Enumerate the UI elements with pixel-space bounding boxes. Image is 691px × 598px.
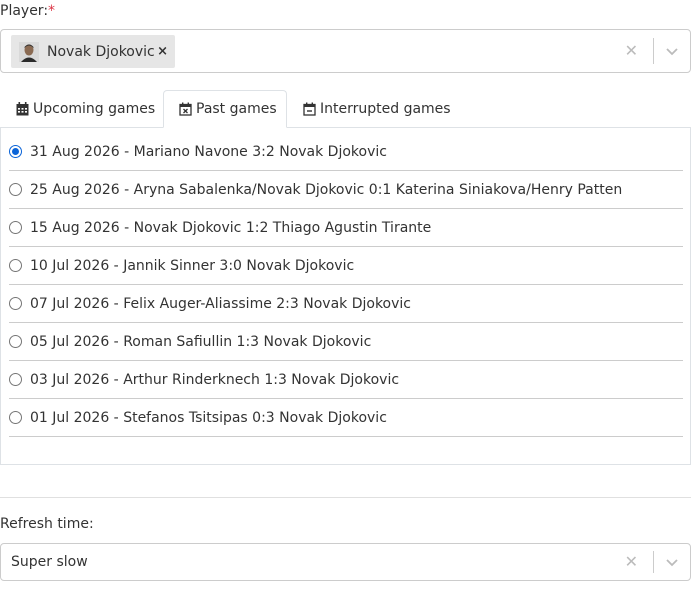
player-avatar-icon (19, 41, 39, 62)
game-label: 05 Jul 2026 - Roman Safiullin 1:3 Novak … (30, 333, 372, 350)
chevron-down-icon[interactable] (664, 43, 680, 59)
required-mark: * (48, 3, 56, 19)
list-item[interactable]: 15 Aug 2026 - Novak Djokovic 1:2 Thiago … (9, 209, 683, 247)
refresh-time-select[interactable]: Super slow ✕ (0, 543, 691, 581)
list-item[interactable]: 05 Jul 2026 - Roman Safiullin 1:3 Novak … (9, 323, 683, 361)
game-radio[interactable] (9, 335, 22, 348)
tab-interrupted-games-label: Interrupted games (320, 101, 451, 117)
past-games-panel: 31 Aug 2026 - Mariano Navone 3:2 Novak D… (0, 127, 691, 465)
games-tabs: Upcoming games Past games Interrupted ga… (0, 90, 691, 128)
calendar-icon (16, 102, 29, 116)
list-item[interactable]: 25 Aug 2026 - Aryna Sabalenka/Novak Djok… (9, 171, 683, 209)
game-radio[interactable] (9, 373, 22, 386)
game-label: 07 Jul 2026 - Felix Auger-Aliassime 2:3 … (30, 295, 411, 312)
player-chip-remove-button[interactable]: × (157, 44, 168, 59)
game-label: 03 Jul 2026 - Arthur Rinderknech 1:3 Nov… (30, 371, 400, 388)
player-clear-icon[interactable]: ✕ (625, 43, 638, 59)
tab-interrupted-games[interactable]: Interrupted games (303, 90, 451, 128)
game-label: 15 Aug 2026 - Novak Djokovic 1:2 Thiago … (30, 219, 432, 236)
refresh-clear-icon[interactable]: ✕ (625, 554, 638, 570)
game-radio[interactable] (9, 221, 22, 234)
game-radio[interactable] (9, 259, 22, 272)
game-radio[interactable] (9, 183, 22, 196)
tab-upcoming-games[interactable]: Upcoming games (16, 90, 155, 128)
list-item[interactable]: 07 Jul 2026 - Felix Auger-Aliassime 2:3 … (9, 285, 683, 323)
refresh-time-value: Super slow (11, 554, 88, 570)
calendar-minus-icon (303, 102, 316, 116)
player-select[interactable]: Novak Djokovic × ✕ (0, 29, 691, 73)
game-radio[interactable] (9, 411, 22, 424)
game-radio[interactable] (9, 297, 22, 310)
game-label: 31 Aug 2026 - Mariano Navone 3:2 Novak D… (30, 143, 387, 160)
calendar-x-icon (179, 102, 192, 116)
chevron-down-icon[interactable] (664, 554, 680, 570)
tab-upcoming-games-label: Upcoming games (33, 101, 156, 117)
player-chip: Novak Djokovic × (11, 35, 175, 68)
section-divider (0, 497, 691, 498)
list-item[interactable]: 10 Jul 2026 - Jannik Sinner 3:0 Novak Dj… (9, 247, 683, 285)
player-chip-label: Novak Djokovic (47, 43, 155, 60)
tab-past-games[interactable]: Past games (163, 90, 287, 128)
player-select-separator (653, 38, 654, 64)
refresh-select-separator (653, 551, 654, 573)
player-label: Player:* (0, 3, 55, 19)
game-label: 25 Aug 2026 - Aryna Sabalenka/Novak Djok… (30, 181, 623, 198)
game-label: 01 Jul 2026 - Stefanos Tsitsipas 0:3 Nov… (30, 409, 387, 426)
game-radio[interactable] (9, 145, 22, 158)
refresh-time-label: Refresh time: (0, 516, 94, 532)
player-label-text: Player: (0, 3, 49, 19)
list-item[interactable]: 03 Jul 2026 - Arthur Rinderknech 1:3 Nov… (9, 361, 683, 399)
list-item[interactable]: 01 Jul 2026 - Stefanos Tsitsipas 0:3 Nov… (9, 399, 683, 437)
tab-past-games-label: Past games (196, 101, 277, 117)
game-label: 10 Jul 2026 - Jannik Sinner 3:0 Novak Dj… (30, 257, 355, 274)
list-item[interactable]: 31 Aug 2026 - Mariano Navone 3:2 Novak D… (9, 133, 683, 171)
